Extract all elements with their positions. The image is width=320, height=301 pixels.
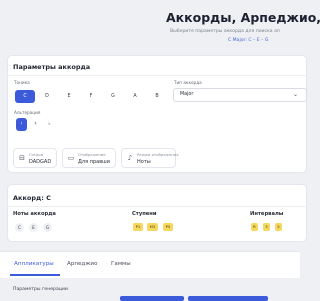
alteration-label: Альтерация: [14, 110, 41, 115]
card-divider: [7, 75, 307, 76]
chord-info-title: Аккорд: C: [13, 194, 51, 202]
display-mode-option[interactable]: ♪ Режим отображения Ноты: [121, 148, 179, 168]
display-mode-caption: Режим отображения: [137, 152, 179, 157]
display-caption: Отображение: [78, 152, 106, 157]
music-note-icon: ♪: [127, 154, 133, 162]
tonic-label: Тоника: [14, 80, 30, 85]
generation-params-label: Параметры генерации: [13, 287, 68, 292]
generate-button[interactable]: [120, 296, 184, 301]
alteration-sharp-button[interactable]: ♯: [30, 118, 41, 131]
chevron-down-icon: ⌄: [292, 91, 298, 98]
note-badge: E: [29, 223, 38, 232]
tab-fingerings[interactable]: Аппликатуры: [14, 261, 54, 267]
page-title: Аккорды, Арпеджио, Г: [166, 10, 320, 25]
steps-heading: Ступени: [132, 211, 157, 217]
step-badge: M3: [147, 223, 158, 231]
note-badge: G: [43, 223, 52, 232]
tab-scales[interactable]: Гаммы: [111, 261, 131, 267]
alteration-natural-button[interactable]: ♮: [16, 118, 27, 131]
guitar-caption: Гитара: [29, 152, 44, 157]
guitar-value: DADGAD: [29, 159, 52, 165]
interval-badge: 5: [275, 223, 282, 231]
chord-type-select[interactable]: Major ⌄: [173, 88, 307, 102]
display-value: Для правши: [78, 159, 110, 165]
chord-params-title: Параметры аккорда: [13, 63, 91, 71]
key-button-d[interactable]: D: [37, 90, 57, 103]
active-tab-indicator: [10, 274, 60, 276]
key-button-e[interactable]: E: [59, 90, 79, 103]
chord-formula-link[interactable]: C Major: C – E – G: [228, 38, 268, 43]
chord-type-value: Major: [180, 92, 194, 97]
key-button-g[interactable]: G: [103, 90, 123, 103]
generate-option-button[interactable]: [188, 296, 268, 301]
key-button-f[interactable]: F: [81, 90, 101, 103]
step-badge: P5: [163, 223, 173, 231]
card-divider: [7, 206, 307, 207]
key-button-b[interactable]: B: [147, 90, 167, 103]
chord-type-label: Тип аккорда: [174, 80, 202, 85]
key-button-c[interactable]: C: [15, 90, 35, 103]
note-badge: C: [15, 223, 24, 232]
display-mode-value: Ноты: [137, 159, 151, 165]
alteration-flat-button[interactable]: ♭: [44, 118, 55, 131]
step-badge: P1: [133, 223, 143, 231]
interval-badge: R: [251, 223, 258, 231]
notes-heading: Ноты аккорда: [13, 211, 56, 217]
intervals-heading: Интервалы: [250, 211, 284, 217]
page-subtitle: Выберите параметры аккорда для поиска ап: [170, 29, 280, 34]
guitar-icon: ⊟: [19, 154, 25, 162]
guitar-option[interactable]: ⊟ Гитара DADGAD: [13, 148, 57, 168]
tab-arpeggio[interactable]: Арпеджио: [67, 261, 97, 267]
interval-badge: 3: [263, 223, 270, 231]
display-option[interactable]: ▭ Отображение Для правши: [62, 148, 116, 168]
key-button-a[interactable]: A: [125, 90, 145, 103]
display-icon: ▭: [67, 154, 75, 162]
